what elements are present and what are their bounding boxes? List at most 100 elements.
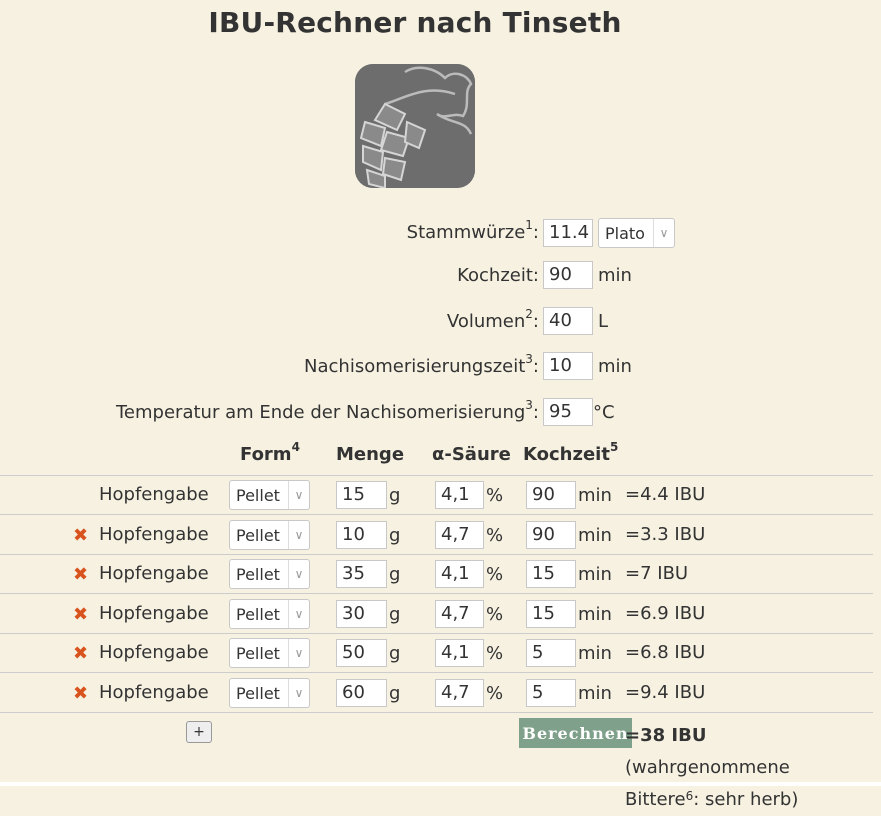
saeure-unit: %: [486, 525, 504, 546]
hop-saeure-input[interactable]: 4,1: [435, 481, 484, 509]
saeure-unit: %: [486, 604, 504, 625]
remove-hop-icon[interactable]: ✖: [73, 683, 88, 704]
divider: [0, 554, 873, 555]
remove-hop-icon[interactable]: ✖: [73, 564, 88, 585]
hop-zeit-input[interactable]: 5: [526, 679, 576, 707]
menge-unit: g: [389, 683, 401, 704]
hop-saeure-input[interactable]: 4,1: [435, 639, 484, 667]
nachiso-temp-input[interactable]: 95: [543, 398, 593, 426]
kochzeit-input[interactable]: 90: [543, 261, 593, 289]
remove-hop-icon[interactable]: ✖: [73, 604, 88, 625]
chevron-down-icon: ∨: [288, 600, 309, 628]
header-form: Form4: [240, 440, 300, 465]
saeure-unit: %: [486, 485, 504, 506]
chevron-down-icon: ∨: [288, 560, 309, 588]
hop-zeit-input[interactable]: 90: [526, 521, 576, 549]
divider: [0, 672, 873, 673]
hop-saeure-input[interactable]: 4,7: [435, 521, 484, 549]
result-text: =38 IBU (wahrgenommene Bittere6: sehr her…: [625, 725, 799, 810]
hop-form-select[interactable]: Pellet ∨: [229, 599, 310, 629]
kochzeit-unit: min: [598, 265, 632, 286]
zeit-unit: min: [578, 564, 612, 585]
hop-menge-input[interactable]: 60: [336, 679, 387, 707]
zeit-unit: min: [578, 604, 612, 625]
nachiso-temp-unit: °C: [593, 402, 615, 423]
remove-hop-icon[interactable]: ✖: [73, 643, 88, 664]
nachiso-zeit-input[interactable]: 10: [543, 352, 593, 380]
calculate-button[interactable]: Berechnen: [519, 718, 632, 748]
hop-ibu-result: =3.3 IBU: [625, 524, 706, 545]
hop-label: Hopfengabe: [99, 682, 209, 703]
hop-saeure-input[interactable]: 4,1: [435, 560, 484, 588]
stammwuerze-label: Stammwürze1:: [406, 218, 539, 243]
hop-ibu-result: =4.4 IBU: [625, 484, 706, 505]
saeure-unit: %: [486, 683, 504, 704]
hop-form-select[interactable]: Pellet ∨: [229, 480, 310, 510]
hop-zeit-input[interactable]: 5: [526, 639, 576, 667]
hop-form-select[interactable]: Pellet ∨: [229, 520, 310, 550]
footer-strip: [0, 782, 881, 786]
hop-label: Hopfengabe: [99, 603, 209, 624]
hop-label: Hopfengabe: [99, 484, 209, 505]
hop-menge-input[interactable]: 35: [336, 560, 387, 588]
menge-unit: g: [389, 525, 401, 546]
kochzeit-label: Kochzeit:: [457, 265, 539, 286]
zeit-unit: min: [578, 683, 612, 704]
zeit-unit: min: [578, 485, 612, 506]
menge-unit: g: [389, 643, 401, 664]
divider: [0, 712, 873, 713]
hop-label: Hopfengabe: [99, 642, 209, 663]
divider: [0, 514, 873, 515]
remove-hop-icon[interactable]: ✖: [73, 525, 88, 546]
hop-form-select[interactable]: Pellet ∨: [229, 638, 310, 668]
hop-ibu-result: =6.9 IBU: [625, 603, 706, 624]
result-total: =38 IBU: [625, 725, 707, 746]
hop-icon: [355, 64, 475, 188]
hop-menge-input[interactable]: 10: [336, 521, 387, 549]
add-hop-button[interactable]: +: [186, 721, 212, 743]
volumen-unit: L: [598, 311, 609, 332]
hop-zeit-input[interactable]: 90: [526, 481, 576, 509]
stammwuerze-unit-select[interactable]: Plato ∨: [598, 218, 675, 248]
hop-form-select[interactable]: Pellet ∨: [229, 559, 310, 589]
zeit-unit: min: [578, 643, 612, 664]
volumen-input[interactable]: 40: [543, 307, 593, 335]
chevron-down-icon: ∨: [653, 219, 674, 247]
divider: [0, 633, 873, 634]
hop-menge-input[interactable]: 15: [336, 481, 387, 509]
chevron-down-icon: ∨: [288, 679, 309, 707]
hop-menge-input[interactable]: 50: [336, 639, 387, 667]
hop-menge-input[interactable]: 30: [336, 600, 387, 628]
menge-unit: g: [389, 604, 401, 625]
hop-ibu-result: =6.8 IBU: [625, 642, 706, 663]
menge-unit: g: [389, 485, 401, 506]
divider: [0, 475, 873, 476]
saeure-unit: %: [486, 564, 504, 585]
hop-zeit-input[interactable]: 15: [526, 560, 576, 588]
nachiso-zeit-unit: min: [598, 356, 632, 377]
header-kochzeit: Kochzeit5: [523, 440, 619, 465]
saeure-unit: %: [486, 643, 504, 664]
hop-zeit-input[interactable]: 15: [526, 600, 576, 628]
chevron-down-icon: ∨: [288, 639, 309, 667]
page-title: IBU-Rechner nach Tinseth: [208, 6, 622, 39]
header-saeure: α-Säure: [432, 444, 511, 465]
nachiso-zeit-label: Nachisomerisierungszeit3:: [304, 352, 539, 377]
zeit-unit: min: [578, 525, 612, 546]
divider: [0, 593, 873, 594]
stammwuerze-input[interactable]: 11.4: [543, 219, 593, 247]
nachiso-temp-label: Temperatur am Ende der Nachisomerisierun…: [116, 398, 539, 423]
header-menge: Menge: [336, 444, 405, 465]
chevron-down-icon: ∨: [288, 521, 309, 549]
chevron-down-icon: ∨: [288, 481, 309, 509]
hop-form-select[interactable]: Pellet ∨: [229, 678, 310, 708]
menge-unit: g: [389, 564, 401, 585]
hop-label: Hopfengabe: [99, 563, 209, 584]
hop-saeure-input[interactable]: 4,7: [435, 600, 484, 628]
hop-saeure-input[interactable]: 4,7: [435, 679, 484, 707]
volumen-label: Volumen2:: [446, 307, 539, 332]
hop-logo: [355, 64, 475, 188]
hop-ibu-result: =9.4 IBU: [625, 682, 706, 703]
hop-ibu-result: =7 IBU: [625, 563, 689, 584]
hop-label: Hopfengabe: [99, 524, 209, 545]
